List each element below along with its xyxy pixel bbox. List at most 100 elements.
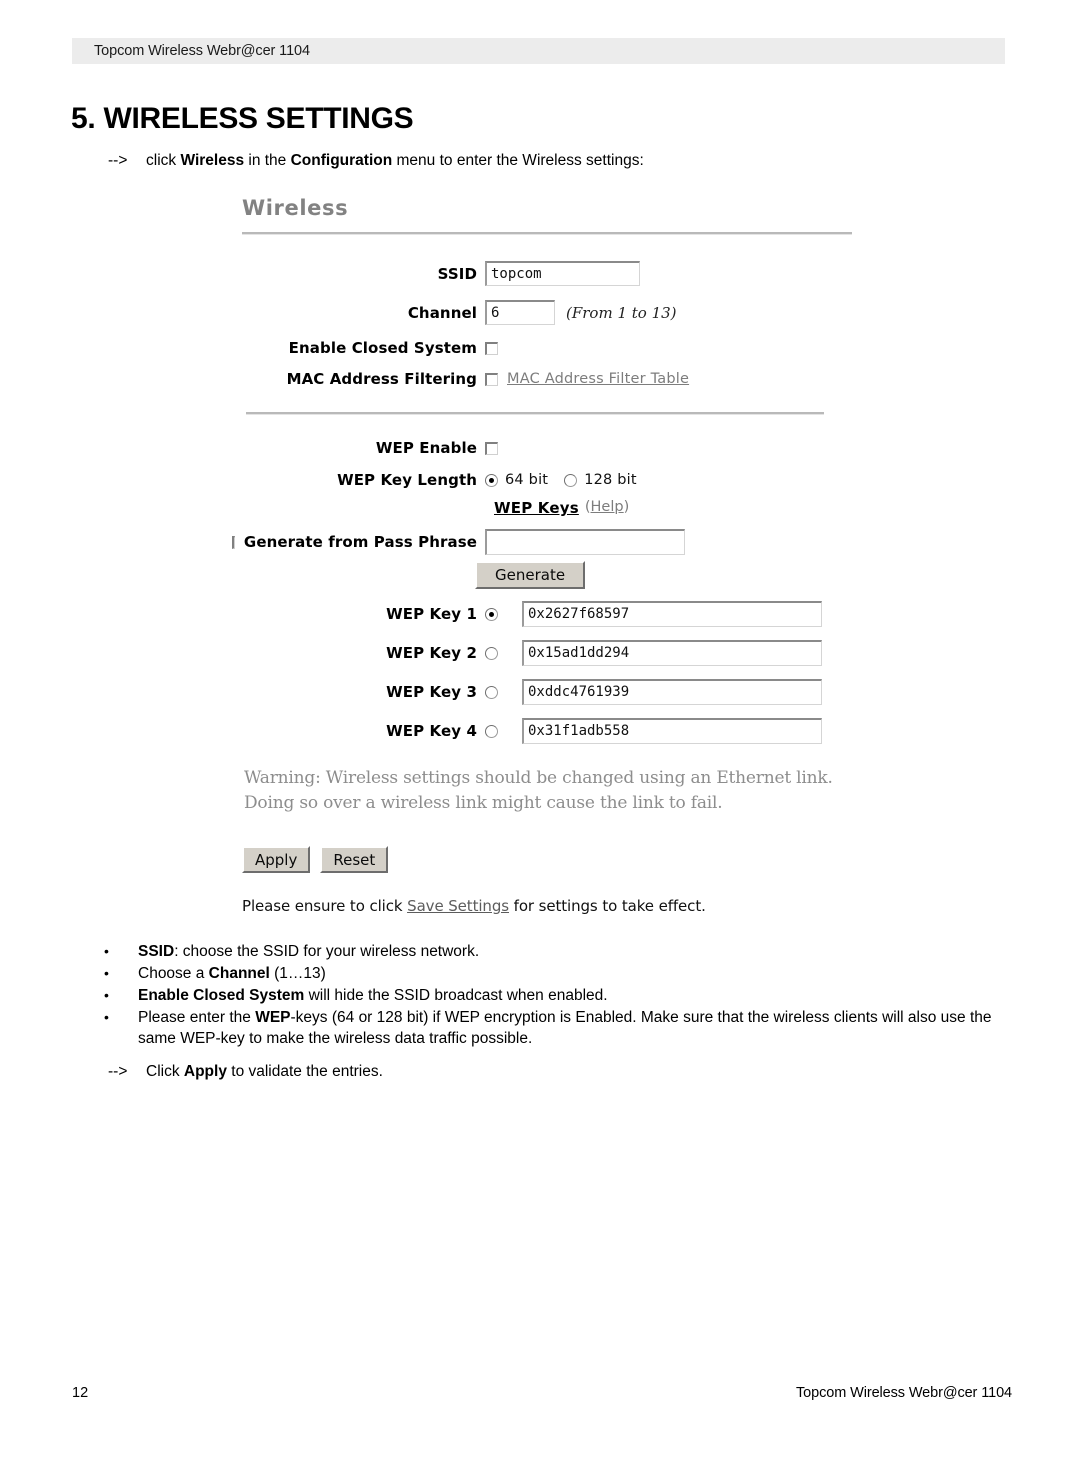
- wep-key-length-radio-128[interactable]: [564, 473, 578, 487]
- pass-phrase-checkbox[interactable]: [231, 535, 235, 549]
- closing-bold-apply: Apply: [183, 1063, 227, 1080]
- note-bold-wep: WEP: [255, 1009, 291, 1026]
- save-settings-link[interactable]: Save Settings: [407, 897, 509, 915]
- wep-enable-checkbox[interactable]: [485, 441, 498, 455]
- pass-phrase-input[interactable]: [485, 529, 685, 555]
- note-bold-channel: Channel: [208, 965, 270, 982]
- field-row-pass-phrase: Generate from Pass Phrase: [231, 529, 940, 555]
- intro-bold-wireless: Wireless: [180, 152, 245, 169]
- running-header: Topcom Wireless Webr@cer 1104: [72, 38, 1005, 64]
- closing-rest: to validate the entries.: [226, 1063, 383, 1080]
- note-pre-wep: Please enter the: [138, 1009, 256, 1026]
- wep-key-1-label: WEP Key 1: [386, 605, 477, 623]
- field-row-wep-enable: WEP Enable: [240, 439, 940, 457]
- panel-heading: Wireless: [242, 196, 349, 220]
- list-item: • Enable Closed System will hide the SSI…: [104, 985, 1020, 1006]
- intro-bold-configuration: Configuration: [290, 152, 393, 169]
- note-pre-channel: Choose a: [138, 965, 209, 982]
- note-text-channel: Choose a Channel (1…13): [138, 963, 1020, 984]
- ensure-part-2: for settings to take effect.: [508, 897, 706, 915]
- intro-part-2: in the: [244, 152, 291, 169]
- intro-instruction: --> click Wireless in the Configuration m…: [108, 152, 644, 170]
- channel-range-hint: (From 1 to 13): [566, 303, 677, 322]
- wep-key-4-input[interactable]: 0x31f1adb558: [522, 718, 822, 744]
- note-bold-closed-system: Enable Closed System: [138, 987, 305, 1004]
- note-text-wep: Please enter the WEP-keys (64 or 128 bit…: [138, 1007, 1020, 1049]
- panel-divider-middle: [246, 412, 824, 415]
- ssid-input[interactable]: topcom: [485, 261, 640, 286]
- field-row-wep-key-4: WEP Key 4 0x31f1adb558: [240, 718, 940, 744]
- field-row-closed-system: Enable Closed System: [240, 339, 940, 357]
- list-item: • Choose a Channel (1…13): [104, 963, 1020, 984]
- warning-message: Warning: Wireless settings should be cha…: [244, 766, 940, 816]
- help-paren-close: ): [623, 499, 630, 515]
- generate-button[interactable]: Generate: [475, 561, 586, 589]
- field-row-wep-key-length: WEP Key Length 64 bit 128 bit: [240, 471, 940, 489]
- footer-document-name: Topcom Wireless Webr@cer 1104: [796, 1385, 1012, 1401]
- note-text-ssid: SSID: choose the SSID for your wireless …: [138, 941, 1020, 962]
- wep-keys-heading: WEP Keys: [494, 499, 579, 517]
- ssid-label: SSID: [437, 264, 477, 283]
- note-rest-channel: (1…13): [269, 965, 326, 982]
- ensure-part-1: Please ensure to click: [242, 897, 408, 915]
- reset-button[interactable]: Reset: [320, 846, 389, 873]
- pass-phrase-label: Generate from Pass Phrase: [243, 533, 477, 551]
- panel-divider-top: [242, 232, 852, 235]
- wep-key-1-radio[interactable]: [485, 607, 498, 621]
- wep-key-2-radio[interactable]: [485, 646, 498, 660]
- save-settings-note: Please ensure to click Save Settings for…: [242, 897, 940, 915]
- wep-keys-help-wrapper: (Help): [585, 499, 629, 517]
- arrow-marker: -->: [108, 1063, 128, 1080]
- notes-list: • SSID: choose the SSID for your wireles…: [104, 941, 1020, 1050]
- footer-page-number: 12: [72, 1385, 89, 1401]
- channel-label: Channel: [407, 303, 477, 322]
- wep-key-3-input[interactable]: 0xddc4761939: [522, 679, 822, 705]
- field-row-generate-button: Generate: [240, 561, 940, 589]
- mac-address-filter-table-link[interactable]: MAC Address Filter Table: [507, 371, 689, 387]
- intro-part-3: menu to enter the Wireless settings:: [392, 152, 644, 169]
- wep-key-length-option-128: 128 bit: [584, 472, 637, 488]
- field-row-wep-key-1: WEP Key 1 0x2627f68597: [240, 601, 940, 627]
- note-rest-closed-system: will hide the SSID broadcast when enable…: [304, 987, 608, 1004]
- wep-key-1-input[interactable]: 0x2627f68597: [522, 601, 822, 627]
- arrow-marker: -->: [108, 152, 128, 169]
- field-row-mac-filtering: MAC Address Filtering MAC Address Filter…: [240, 370, 940, 388]
- wep-key-4-label: WEP Key 4: [386, 722, 477, 740]
- note-rest-ssid: : choose the SSID for your wireless netw…: [174, 943, 480, 960]
- wep-key-2-input[interactable]: 0x15ad1dd294: [522, 640, 822, 666]
- closing-instruction: --> Click Apply to validate the entries.: [108, 1063, 383, 1081]
- wep-keys-heading-row: WEP Keys (Help): [240, 499, 940, 517]
- warning-line-2: Doing so over a wireless link might caus…: [244, 793, 723, 813]
- list-item: • Please enter the WEP-keys (64 or 128 b…: [104, 1007, 1020, 1049]
- bullet-icon: •: [104, 1009, 109, 1025]
- mac-filtering-checkbox[interactable]: [485, 372, 498, 386]
- closed-system-label: Enable Closed System: [288, 339, 477, 357]
- warning-line-1: Warning: Wireless settings should be cha…: [244, 768, 833, 788]
- list-item: • SSID: choose the SSID for your wireles…: [104, 941, 1020, 962]
- closing-pre: Click: [146, 1063, 184, 1080]
- wep-key-4-radio[interactable]: [485, 724, 498, 738]
- channel-input[interactable]: 6: [485, 300, 555, 325]
- apply-button[interactable]: Apply: [242, 846, 311, 873]
- wep-keys-help-link[interactable]: Help: [591, 499, 624, 515]
- note-bold-ssid: SSID: [138, 943, 175, 960]
- field-row-channel: Channel 6 (From 1 to 13): [240, 300, 940, 325]
- wep-key-3-radio[interactable]: [485, 685, 498, 699]
- bullet-icon: •: [104, 943, 109, 959]
- closed-system-checkbox[interactable]: [485, 341, 498, 355]
- page-title: 5. WIRELESS SETTINGS: [71, 102, 414, 136]
- mac-filtering-label: MAC Address Filtering: [286, 370, 477, 388]
- wep-key-length-radio-64[interactable]: [485, 473, 498, 487]
- wireless-settings-panel: Wireless SSID topcom Channel 6 (From 1 t…: [231, 196, 940, 915]
- note-text-closed-system: Enable Closed System will hide the SSID …: [138, 985, 1020, 1006]
- wep-key-length-label: WEP Key Length: [337, 471, 477, 489]
- panel-action-buttons: Apply Reset: [242, 846, 940, 873]
- running-header-text: Topcom Wireless Webr@cer 1104: [94, 43, 310, 59]
- wep-key-length-option-64: 64 bit: [505, 472, 549, 488]
- field-row-wep-key-2: WEP Key 2 0x15ad1dd294: [240, 640, 940, 666]
- wep-key-3-label: WEP Key 3: [386, 683, 477, 701]
- bullet-icon: •: [104, 987, 109, 1003]
- wep-key-2-label: WEP Key 2: [386, 644, 477, 662]
- field-row-ssid: SSID topcom: [240, 261, 940, 286]
- intro-part-1: click: [146, 152, 181, 169]
